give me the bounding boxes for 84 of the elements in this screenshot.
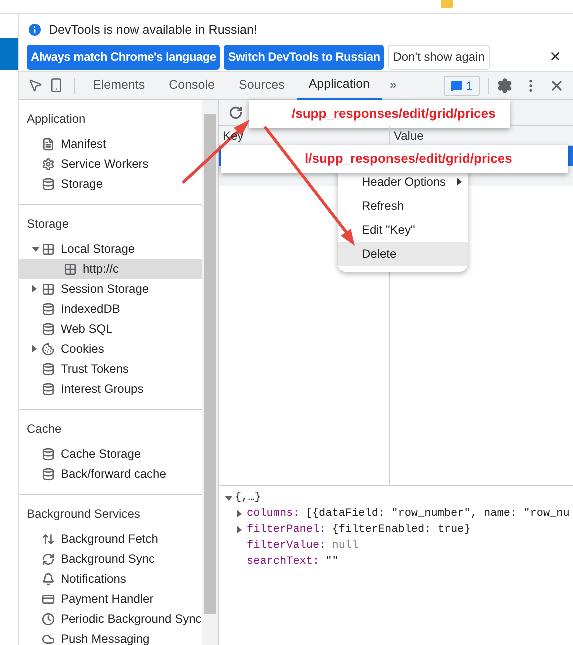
grid-icon xyxy=(42,242,55,256)
more-tabs-button[interactable]: » xyxy=(382,76,405,95)
property-key: filterValue: xyxy=(247,538,326,554)
sidebar-item[interactable]: Local Storage xyxy=(19,239,202,259)
sidebar-item[interactable]: Cookies xyxy=(19,339,202,359)
sidebar-item[interactable]: Trust Tokens xyxy=(19,359,202,379)
database-icon xyxy=(42,362,55,376)
card-icon xyxy=(42,592,55,606)
section-title: Background Services xyxy=(26,506,142,523)
collapsed-triangle-icon[interactable] xyxy=(32,285,37,293)
tab[interactable]: Elements xyxy=(81,72,158,100)
property-key: filterPanel: xyxy=(247,522,326,538)
sidebar-item[interactable]: Periodic Background Sync xyxy=(19,609,202,629)
sidebar-item[interactable]: Manifest xyxy=(19,134,202,154)
close-icon[interactable] xyxy=(549,50,562,63)
arrow xyxy=(182,120,250,184)
database-icon xyxy=(42,448,55,460)
file-icon xyxy=(42,138,55,150)
collapsed-triangle-icon[interactable] xyxy=(32,345,37,353)
bell-icon xyxy=(42,572,55,586)
scrollbar-thumb[interactable] xyxy=(204,114,216,614)
database-icon xyxy=(42,382,55,396)
up-down-arrows-icon xyxy=(42,532,55,546)
expanded-triangle-icon[interactable] xyxy=(225,496,233,500)
info-icon xyxy=(27,22,43,38)
menu-item[interactable]: Edit "Key" xyxy=(338,218,468,242)
tab[interactable]: Sources xyxy=(226,72,297,100)
sidebar-item[interactable]: http://c xyxy=(19,259,202,279)
column-header[interactable]: Value xyxy=(390,126,573,145)
infobar-button[interactable]: Always match Chrome's language xyxy=(27,44,220,70)
property-value: "" xyxy=(326,555,339,570)
section-title: Application xyxy=(26,111,87,128)
sidebar-item[interactable]: Notifications xyxy=(19,569,202,589)
sync-icon xyxy=(42,552,55,566)
object-preview: {,…} xyxy=(235,491,262,506)
cookie-icon xyxy=(42,342,55,356)
collapsed-triangle-icon[interactable] xyxy=(237,526,242,534)
clock-icon xyxy=(42,612,55,626)
sidebar-item[interactable]: Interest Groups xyxy=(19,379,202,399)
sidebar-item[interactable]: Back/forward cache xyxy=(19,464,202,484)
device-icon[interactable] xyxy=(49,78,64,93)
annotation-label: l/supp_responses/edit/grid/prices xyxy=(221,145,568,173)
gear-icon xyxy=(42,158,55,170)
sidebar-item[interactable]: Storage xyxy=(19,174,202,194)
settings-icon[interactable] xyxy=(497,78,513,94)
sidebar-item[interactable]: IndexedDB xyxy=(19,299,202,319)
database-icon xyxy=(42,468,55,480)
property-value: null xyxy=(332,539,359,554)
page-banner xyxy=(0,38,18,70)
database-icon xyxy=(42,322,55,336)
scrollbar[interactable] xyxy=(202,100,218,645)
grid-icon xyxy=(42,282,55,296)
sidebar-item[interactable]: Service Workers xyxy=(19,154,202,174)
menu-item[interactable]: Header Options xyxy=(338,170,468,194)
infobar-button[interactable]: Switch DevTools to Russian xyxy=(224,44,384,70)
tab[interactable]: Console xyxy=(157,72,227,100)
expanded-triangle-icon[interactable] xyxy=(32,246,40,252)
property-value: {filterEnabled: true} xyxy=(332,523,471,538)
grid-icon xyxy=(64,262,77,276)
inspect-icon[interactable] xyxy=(28,78,43,93)
issues-button[interactable]: 1 xyxy=(444,76,480,96)
annotation-label: /supp_responses/edit/grid/prices xyxy=(249,100,510,128)
sidebar-item[interactable]: Web SQL xyxy=(19,319,202,339)
infobar-button[interactable]: Don't show again xyxy=(388,44,490,70)
message-icon xyxy=(451,80,464,92)
refresh-icon[interactable] xyxy=(229,106,243,120)
property-key: searchText: xyxy=(247,554,320,570)
database-icon xyxy=(42,302,55,316)
property-key: columns: xyxy=(247,506,300,522)
section-title: Storage xyxy=(26,216,70,233)
cloud-icon xyxy=(42,632,55,645)
menu-item[interactable]: Refresh xyxy=(338,194,468,218)
property-value: [{dataField: "row_number", name: "row_nu xyxy=(306,507,570,522)
sidebar-item[interactable]: Cache Storage xyxy=(19,444,202,464)
menu-item[interactable]: Delete xyxy=(338,242,468,266)
folder-icon xyxy=(441,0,453,8)
sidebar-item[interactable]: Background Sync xyxy=(19,549,202,569)
sidebar-item[interactable]: Payment Handler xyxy=(19,589,202,609)
database-icon xyxy=(42,178,55,190)
section-title: Cache xyxy=(26,421,63,438)
sidebar-item[interactable]: Session Storage xyxy=(19,279,202,299)
sidebar-item[interactable]: Background Fetch xyxy=(19,529,202,549)
info-message: DevTools is now available in Russian! xyxy=(49,22,258,39)
collapsed-triangle-icon[interactable] xyxy=(237,510,242,518)
